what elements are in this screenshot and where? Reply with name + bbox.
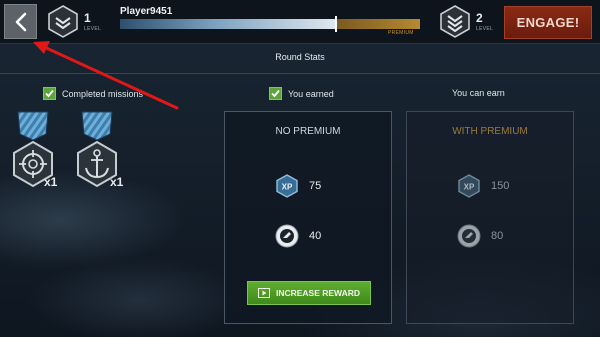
increase-reward-label: INCREASE REWARD: [275, 288, 361, 298]
back-button[interactable]: [4, 4, 37, 39]
xp-reward-row: XP 75: [275, 174, 321, 198]
divider: [0, 73, 600, 74]
xp-reward-value: 75: [309, 180, 322, 192]
increase-reward-button[interactable]: INCREASE REWARD: [247, 281, 371, 305]
medal-count: x1: [110, 175, 124, 189]
credits-reward-value: 40: [309, 230, 322, 242]
you-can-earn-label: You can earn: [452, 88, 505, 98]
you-earned-row: You earned: [269, 87, 334, 100]
checkmark-icon: [45, 89, 54, 98]
no-premium-title: NO PREMIUM: [275, 126, 341, 137]
checkmark-icon: [271, 89, 280, 98]
medal-count: x1: [44, 175, 58, 189]
chevron-left-icon: [15, 12, 26, 31]
top-bar: 1 LEVEL Player9451 PREMIUM 2 LEVEL ENGAG…: [0, 0, 600, 44]
credits-icon: [275, 224, 299, 248]
premium-progress-fill: [336, 19, 420, 29]
completed-missions-row: Completed missions: [43, 87, 143, 100]
xp-progress-bar: [120, 16, 420, 32]
player-name: Player9451: [120, 6, 173, 17]
xp-icon-text: XP: [282, 183, 293, 192]
next-rank-badge-icon: [440, 5, 470, 38]
with-premium-title: WITH PREMIUM: [452, 126, 528, 137]
current-rank: 1: [84, 11, 91, 25]
premium-label: PREMIUM: [388, 30, 414, 36]
engage-button[interactable]: ENGAGE!: [504, 6, 592, 39]
next-rank-label: LEVEL: [476, 26, 494, 32]
credits-reward-row: 80: [457, 224, 503, 248]
round-stats-title: Round Stats: [275, 52, 325, 62]
you-earned-checkbox: [269, 87, 282, 100]
credits-reward-value: 80: [491, 230, 504, 242]
no-premium-panel: NO PREMIUM XP 75 40 INCREASE REWARD: [224, 111, 392, 324]
xp-icon-text: XP: [464, 183, 475, 192]
xp-progress-marker: [335, 16, 337, 32]
with-premium-panel: WITH PREMIUM XP 150 80: [406, 111, 574, 324]
you-earned-label: You earned: [288, 88, 334, 99]
xp-icon: XP: [276, 174, 298, 198]
xp-reward-value: 150: [491, 180, 510, 192]
rank-badge-icon: [48, 5, 78, 38]
credits-reward-row: 40: [275, 224, 321, 248]
next-rank: 2: [476, 11, 483, 25]
xp-progress-fill: [120, 19, 336, 29]
completed-missions-label: Completed missions: [62, 88, 144, 99]
xp-icon: XP: [458, 174, 480, 198]
current-rank-label: LEVEL: [84, 26, 102, 32]
credits-icon: [457, 224, 481, 248]
xp-reward-row: XP 150: [457, 174, 509, 198]
video-icon: [257, 288, 270, 298]
completed-missions-checkbox: [43, 87, 56, 100]
